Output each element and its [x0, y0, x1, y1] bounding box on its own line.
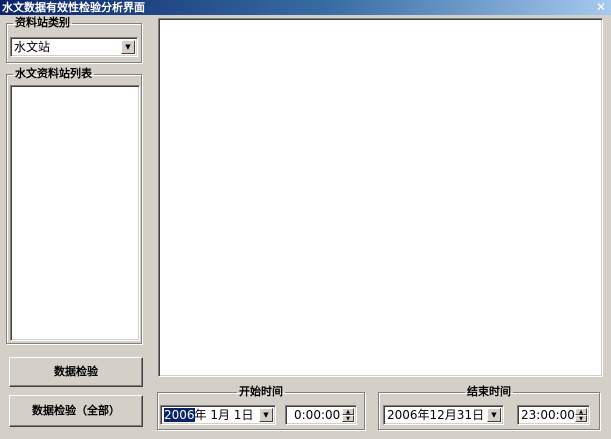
start-time-spinner[interactable]: 0:00:00 ▲ ▼ [285, 405, 357, 425]
end-time-value: 23:00:00 [521, 408, 575, 422]
start-time-value: 0:00:00 [294, 408, 341, 422]
check-all-button[interactable]: 数据检验（全部） [9, 395, 143, 427]
chevron-down-icon[interactable]: ▼ [121, 40, 135, 54]
end-time-spinner[interactable]: 23:00:00 ▲ ▼ [517, 405, 590, 425]
end-date-picker[interactable]: 2006年12月31日 ▼ [383, 405, 504, 425]
start-date-rest: 年 1月 1日 [194, 408, 254, 422]
close-icon[interactable]: ✕ [593, 0, 609, 14]
main-display-area[interactable] [158, 18, 603, 377]
title-bar: 水文数据有效性检验分析界面 ✕ [0, 0, 611, 15]
check-button[interactable]: 数据检验 [9, 357, 143, 387]
spin-arrows-icon[interactable]: ▲ ▼ [575, 408, 587, 422]
station-category-value: 水文站 [14, 40, 51, 54]
chevron-down-icon[interactable]: ▼ [487, 408, 501, 422]
end-time-legend: 结束时间 [467, 385, 511, 398]
end-date-value: 2006年12月31日 [387, 408, 485, 422]
station-list-legend: 水文资料站列表 [15, 67, 92, 80]
start-date-year: 2006 [164, 408, 195, 422]
spin-arrows-icon[interactable]: ▲ ▼ [342, 408, 354, 422]
start-date-picker[interactable]: 2006年 1月 1日 ▼ [160, 405, 276, 425]
window-title: 水文数据有效性检验分析界面 [2, 1, 145, 14]
station-category-combo[interactable]: 水文站 ▼ [10, 37, 138, 57]
chevron-down-icon[interactable]: ▼ [259, 408, 273, 422]
station-category-legend: 资料站类别 [15, 16, 70, 29]
station-listbox[interactable] [10, 85, 140, 341]
start-time-legend: 开始时间 [239, 385, 283, 398]
